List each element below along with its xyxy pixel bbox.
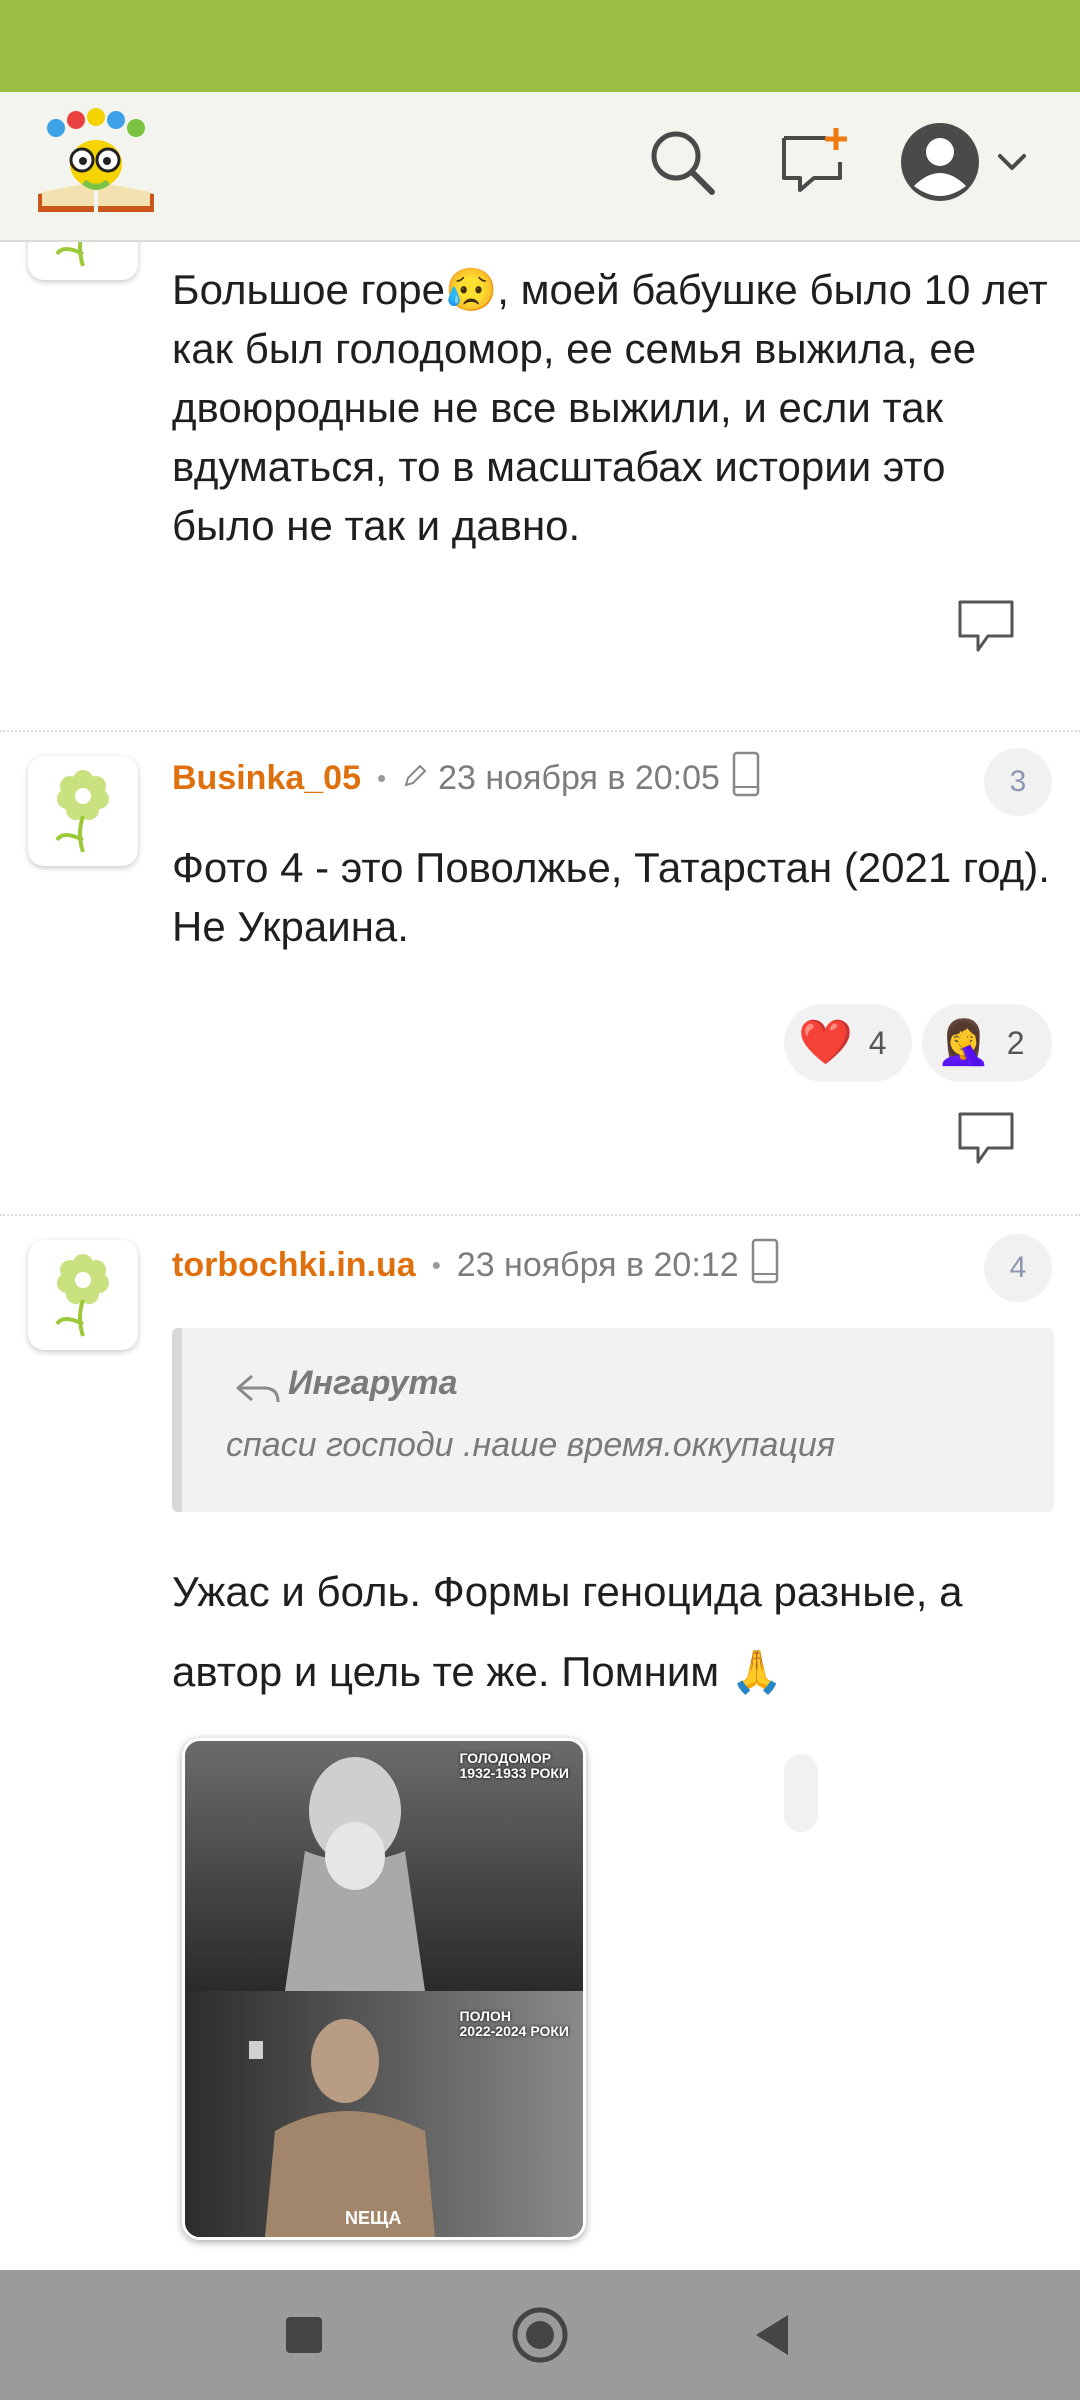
comment-author[interactable]: torbochki.in.ua [172,1246,416,1285]
avatar[interactable] [28,756,138,866]
app-header [0,92,1080,242]
comment-text: Большое горе😥, моей бабушке было 10 лет … [172,266,1048,549]
reply-icon[interactable] [956,598,1016,654]
image-watermark-logo: NEЩA [345,2208,402,2228]
system-navigation-bar [0,2270,1080,2400]
image-caption-bottom-years: 2022-2024 РОКИ [459,2023,570,2039]
reaction-facepalm[interactable]: 🤦‍♀️ 2 [922,1004,1052,1082]
mobile-device-icon [751,1238,779,1293]
comment-number-badge: 4 [984,1234,1052,1302]
edited-pencil-icon [402,759,428,798]
new-post-icon[interactable] [774,122,854,202]
quote-author: Ингарута [288,1364,458,1402]
separator-dot: • [431,1249,441,1280]
divider [0,1214,1080,1216]
reply-arrow-icon [234,1372,282,1411]
image-caption-bottom: ПОЛОН [459,2008,511,2024]
attached-image[interactable]: ГОЛОДОМОР 1932-1933 РОКИ ПОЛОН 2022-2024… [182,1738,586,2240]
chevron-down-icon [998,154,1026,170]
comment-card: torbochki.in.ua • 23 ноября в 20:12 4 Ин… [0,1234,1080,2270]
divider [0,730,1080,732]
recent-apps-icon[interactable] [272,2303,336,2367]
search-icon[interactable] [642,122,722,202]
separator-dot: • [377,762,387,793]
home-icon[interactable] [508,2303,572,2367]
quote-text: спаси господи .наше время.оккупация [226,1426,835,1464]
user-avatar-icon[interactable] [900,122,1040,202]
comments-feed: Большое горе😥, моей бабушке было 10 лет … [0,240,1080,2270]
reaction-count: 4 [868,1024,887,1061]
site-logo[interactable] [34,108,158,218]
comment-card: Большое горе😥, моей бабушке было 10 лет … [0,240,1080,710]
reaction-count: 2 [1006,1024,1025,1061]
back-icon[interactable] [740,2303,804,2367]
heart-emoji-icon: ❤️ [798,1018,853,1067]
reply-icon[interactable] [956,1110,1016,1166]
comment-meta: Businka_05 • 23 ноября в 20:05 [172,751,760,806]
image-caption-top: ГОЛОДОМОР [459,1750,552,1766]
comment-date: 23 ноября в 20:05 [438,758,720,797]
comment-author[interactable]: Businka_05 [172,759,361,798]
comment-date: 23 ноября в 20:12 [456,1245,739,1284]
reaction-heart[interactable]: ❤️ 4 [784,1004,912,1082]
comment-text: Фото 4 - это Поволжье, Татарстан (2021 г… [172,844,1050,950]
comment-card: Businka_05 • 23 ноября в 20:05 3 Фото 4 … [0,748,1080,1832]
avatar[interactable] [28,240,138,280]
comment-text: Ужас и боль. Формы геноцида разные, а ав… [172,1568,963,1695]
avatar[interactable] [28,1240,138,1350]
mobile-device-icon [732,751,760,806]
comment-number-badge: 3 [984,748,1052,816]
facepalm-emoji-icon: 🤦‍♀️ [936,1018,991,1067]
comment-meta: torbochki.in.ua • 23 ноября в 20:12 [172,1238,779,1293]
image-caption-top-years: 1932-1933 РОКИ [459,1765,570,1781]
status-bar [0,0,1080,92]
quoted-reply[interactable]: Ингарута спаси господи .наше время.оккуп… [172,1328,1054,1512]
